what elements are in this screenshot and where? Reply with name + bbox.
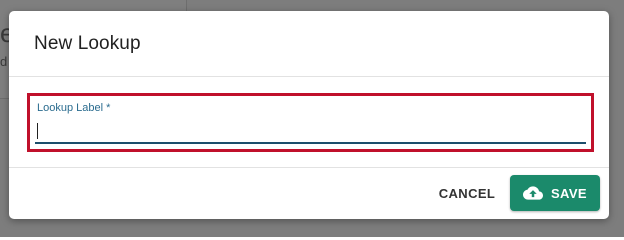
- header-divider: [9, 76, 609, 77]
- save-button[interactable]: SAVE: [510, 175, 600, 211]
- new-lookup-dialog: New Lookup Lookup Label * CANCEL SAVE: [9, 11, 609, 219]
- cancel-button[interactable]: CANCEL: [432, 180, 502, 206]
- lookup-label-field-label: Lookup Label *: [37, 102, 111, 114]
- footer-divider: [9, 167, 609, 168]
- lookup-label-field-highlight: Lookup Label *: [27, 93, 594, 152]
- background-text-fragment-small: d: [0, 54, 8, 69]
- dialog-title: New Lookup: [34, 33, 141, 54]
- save-button-label: SAVE: [550, 185, 588, 201]
- cloud-upload-icon: [522, 185, 543, 201]
- lookup-label-input[interactable]: [35, 118, 586, 144]
- text-caret: [37, 123, 38, 139]
